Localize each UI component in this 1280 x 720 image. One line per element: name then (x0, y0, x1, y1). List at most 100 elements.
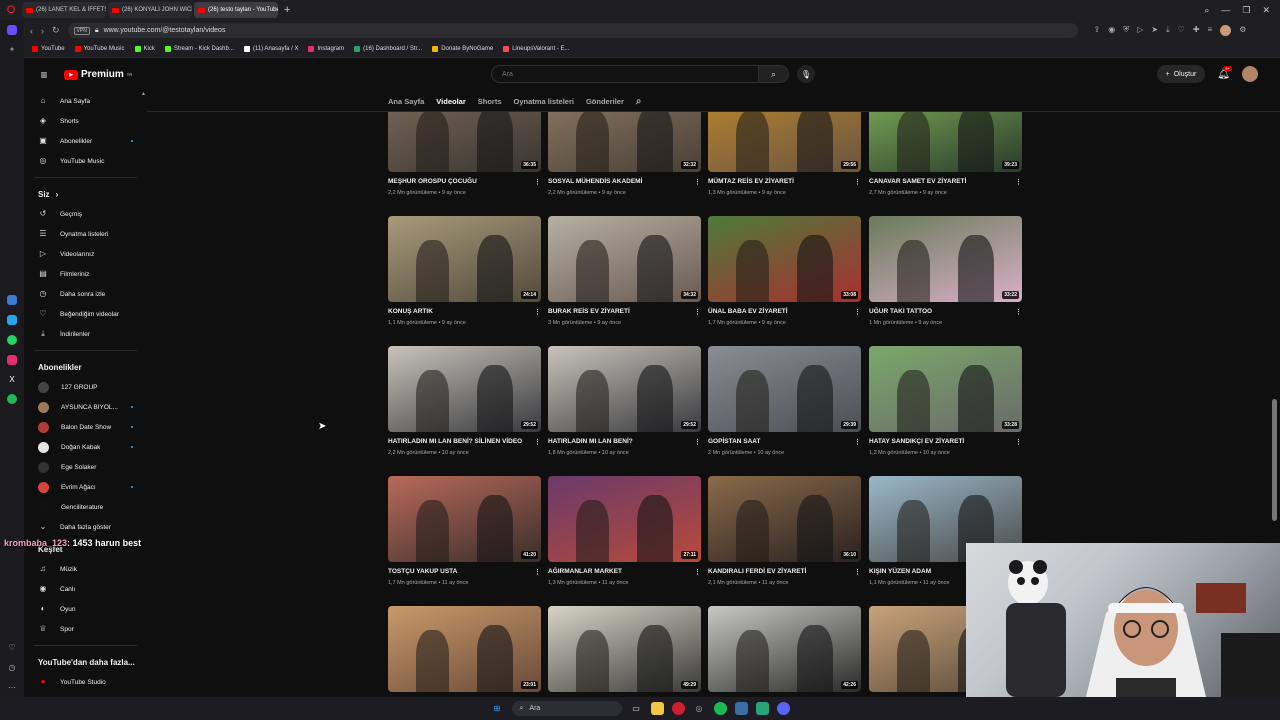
more-icon[interactable]: ⋯ (7, 682, 17, 692)
sidebar-item[interactable]: ▣ Abonelikler (24, 131, 147, 151)
more-options-icon[interactable]: ⋮ (694, 568, 701, 576)
video-card[interactable]: 32:32 SOSYAL MÜHENDİS AKADEMİ ⋮ 2,2 Mn görü… (548, 112, 701, 196)
video-title[interactable]: HATIRLADIN MI LAN BENİ? SİLİNEN VİDEO (388, 438, 522, 446)
browser-tab[interactable]: (26) KONYALI JOHN WICK✕ (108, 2, 192, 18)
windows-start-icon[interactable]: ⊞ (491, 702, 504, 715)
bookmark-item[interactable]: Kick (134, 46, 155, 52)
video-thumbnail[interactable]: 41:20 (388, 476, 541, 562)
shield-icon[interactable]: ⛨ (1123, 25, 1129, 36)
video-title[interactable]: CANAVAR SAMET EV ZİYARETİ (869, 178, 966, 186)
sidebar-item[interactable]: ♕ Spor (24, 619, 147, 639)
share-icon[interactable]: ⇪ (1094, 25, 1101, 36)
video-card[interactable]: 27:11 AĞIRMANLAR MARKET ⋮ 1,3 Mn görüntülem… (548, 476, 701, 586)
task-view-icon[interactable]: ▭ (630, 702, 643, 715)
sidebar-item[interactable]: ◎ YouTube Music (24, 151, 147, 171)
more-options-icon[interactable]: ⋮ (854, 438, 861, 446)
channel-tab[interactable]: Shorts (478, 97, 502, 106)
search-button[interactable]: ⌕ (759, 65, 789, 83)
play-icon[interactable]: ▷ (1137, 25, 1143, 36)
bookmark-heart-icon[interactable]: ♡ (1178, 25, 1185, 36)
subscription-channel[interactable]: Genciliterature (24, 497, 147, 517)
history-clock-icon[interactable]: ◷ (7, 662, 17, 672)
video-card[interactable]: 33:28 HATAY SANDIKÇI EV ZİYARETİ ⋮ 1,2 Mn g… (869, 346, 1022, 456)
app-icon[interactable] (7, 294, 17, 305)
subscription-channel[interactable]: Doğan Kabak (24, 437, 147, 457)
opera-logo-icon[interactable]: O (0, 0, 22, 20)
video-title[interactable]: KIŞIN YÜZEN ADAM (869, 568, 931, 576)
more-options-icon[interactable]: ⋮ (854, 178, 861, 186)
video-title[interactable]: KONUŞ ARTIK (388, 308, 433, 316)
video-card[interactable]: 29:52 HATIRLADIN MI LAN BENİ? ⋮ 1,8 Mn görü… (548, 346, 701, 456)
video-thumbnail[interactable]: 34:32 (548, 216, 701, 302)
video-card[interactable]: 49:29 (548, 606, 701, 692)
aria-icon[interactable] (7, 25, 17, 35)
sidebar-item-youtube-studio[interactable]: ● YouTube Studio (24, 672, 147, 692)
account-avatar[interactable] (1242, 66, 1258, 82)
instagram-icon[interactable] (7, 354, 17, 365)
sidebar-item[interactable]: ▷ Videolarınız (24, 244, 147, 264)
video-thumbnail[interactable]: 24:14 (388, 216, 541, 302)
puzzle-icon[interactable]: ✚ (1193, 25, 1200, 36)
subscription-channel[interactable]: 127 GROUP (24, 377, 147, 397)
subscription-channel[interactable]: AYSUNCA BIYOL... (24, 397, 147, 417)
forward-icon[interactable]: › (41, 26, 44, 36)
video-title[interactable]: UĞUR TAKI TATTOO (869, 308, 932, 316)
app-taskbar-icon[interactable] (734, 702, 748, 715)
file-explorer-icon[interactable] (650, 702, 664, 715)
notifications-button[interactable]: 🔔︎ 9+ (1217, 65, 1232, 80)
more-options-icon[interactable]: ⋮ (534, 438, 541, 446)
discord-taskbar-icon[interactable] (776, 702, 790, 715)
browser-tab[interactable]: (26) testo taylan - YouTube✕ (194, 2, 278, 18)
video-title[interactable]: HATIRLADIN MI LAN BENİ? (548, 438, 633, 446)
scrollbar-thumb[interactable] (1272, 399, 1277, 521)
download-ext-icon[interactable]: ⤓ (1166, 25, 1170, 36)
camera-icon[interactable]: ◉ (1108, 25, 1115, 36)
video-title[interactable]: TOSTÇU YAKUP USTA (388, 568, 457, 576)
sidebar-item[interactable]: ♡ Beğendiğim videolar (24, 304, 147, 324)
video-thumbnail[interactable]: 36:10 (708, 476, 861, 562)
bookmark-item[interactable]: LineupsValorant - E... (503, 46, 569, 52)
sidebar-scroll-up-icon[interactable]: ▲ (141, 91, 147, 97)
sidebar-item[interactable]: ◈ Shorts (24, 111, 147, 131)
send-icon[interactable]: ➤ (1151, 25, 1158, 36)
video-card[interactable]: 41:20 TOSTÇU YAKUP USTA ⋮ 1,7 Mn görüntülem… (388, 476, 541, 586)
sidebar-item[interactable]: ◉ Canlı (24, 579, 147, 599)
bookmark-item[interactable]: Donate ByNoGame (432, 46, 493, 52)
obs-taskbar-icon[interactable] (755, 702, 769, 715)
speed-dial-icon[interactable]: ✦ (7, 45, 17, 55)
sidebar-item[interactable]: ◐ Oyun (24, 599, 147, 619)
profile-avatar[interactable] (1220, 25, 1232, 36)
x-icon[interactable]: X (7, 375, 17, 385)
minimize-icon[interactable]: — (1221, 5, 1230, 16)
voice-search-button[interactable]: 🎙︎ (797, 65, 815, 83)
video-title[interactable]: MÜMTAZ REİS EV ZİYARETİ (708, 178, 794, 186)
video-card[interactable]: 23:01 (388, 606, 541, 692)
more-options-icon[interactable]: ⋮ (1015, 438, 1022, 446)
video-thumbnail[interactable]: 29:56 (708, 112, 861, 172)
video-title[interactable]: MEŞHUR OROSPU ÇOCUĞU (388, 178, 477, 186)
vpn-badge[interactable]: VPN (73, 26, 90, 35)
sidebar-item[interactable]: ⌂ Ana Sayfa (24, 91, 147, 111)
video-card[interactable]: 34:32 BURAK REİS EV ZİYARETİ ⋮ 3 Mn görüntü… (548, 216, 701, 326)
video-thumbnail[interactable]: 23:01 (388, 606, 541, 692)
sidebar-item[interactable]: ▤ Filmleriniz (24, 264, 147, 284)
video-card[interactable]: 39:23 CANAVAR SAMET EV ZİYARETİ ⋮ 2,7 Mn gö… (869, 112, 1022, 196)
channel-search-icon[interactable]: ⌕ (636, 96, 642, 107)
whatsapp-icon[interactable] (7, 334, 17, 345)
video-thumbnail[interactable]: 49:29 (548, 606, 701, 692)
channel-tab[interactable]: Oynatma listeleri (514, 97, 574, 106)
video-thumbnail[interactable]: 42:26 (708, 606, 861, 692)
easy-setup-icon[interactable]: ⚙ (1239, 25, 1246, 36)
video-thumbnail[interactable]: 33:08 (708, 216, 861, 302)
you-section-header[interactable]: Siz › (24, 184, 147, 204)
sidebar-item[interactable]: ◷ Daha sonra izle (24, 284, 147, 304)
video-title[interactable]: HATAY SANDIKÇI EV ZİYARETİ (869, 438, 964, 446)
subscription-channel[interactable]: Balon Date Show (24, 417, 147, 437)
video-card[interactable]: 29:52 HATIRLADIN MI LAN BENİ? SİLİNEN VİD… (388, 346, 541, 456)
video-card[interactable]: 36:10 KANDIRALI FERDİ EV ZİYARETİ ⋮ 2,1 Mn … (708, 476, 861, 586)
new-tab-icon[interactable]: + (284, 4, 290, 16)
back-icon[interactable]: ‹ (30, 26, 33, 36)
heart-icon[interactable]: ♡ (7, 642, 17, 652)
sidebar-item[interactable]: ♫ Müzik (24, 559, 147, 579)
video-thumbnail[interactable]: 33:22 (869, 216, 1022, 302)
